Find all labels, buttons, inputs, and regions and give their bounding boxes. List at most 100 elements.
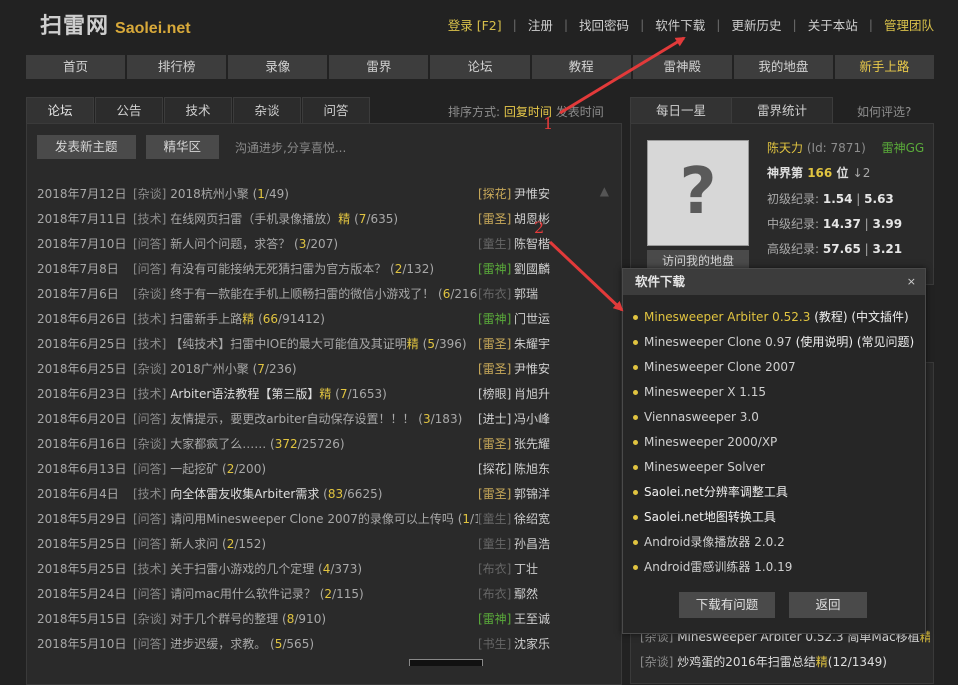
topic-row[interactable]: 2018年5月25日 [技术] 关于扫雷小游戏的几个定理 (4/373) [布衣] 丁… [37, 557, 592, 582]
topic-row[interactable]: 2018年6月25日 [杂谈] 2018广州小聚 (7/236) [雷圣] 尹惟安 [37, 357, 592, 382]
topic-author-link[interactable]: 陈旭东 [514, 457, 550, 482]
download-extras[interactable]: (使用说明) (常见问题) [796, 330, 915, 355]
topic-title-link[interactable]: 2018杭州小聚 [170, 187, 249, 201]
bottom-select[interactable] [409, 659, 483, 666]
topic-author-link[interactable]: 陈智楷 [514, 232, 550, 257]
download-link[interactable]: Android雷感训练器 1.0.19 [644, 555, 792, 580]
nav-tutorial[interactable]: 教程 [531, 55, 631, 79]
tab-announcement[interactable]: 公告 [95, 97, 163, 124]
topic-row[interactable]: 2018年5月10日 [问答] 进步迟缓，求教。 (5/565) [书生] 沈家乐 [37, 632, 592, 657]
site-logo[interactable]: 扫雷网 Saolei.net [40, 8, 191, 40]
download-problem-button[interactable]: 下载有问题 [679, 592, 775, 618]
topic-author-link[interactable]: 徐绍宽 [514, 507, 550, 532]
download-item[interactable]: Minesweeper Clone 2007 [633, 355, 914, 380]
download-link[interactable]: Minesweeper X 1.15 [644, 380, 766, 405]
avatar[interactable]: ? [647, 140, 749, 246]
download-link[interactable]: Minesweeper Arbiter 0.52.3 [644, 305, 810, 330]
topic-author-link[interactable]: 孙昌浩 [514, 532, 550, 557]
elite-button[interactable]: 精华区 [145, 135, 220, 159]
topic-row[interactable]: 2018年6月4日 [技术] 向全体雷友收集Arbiter需求 (83/6625)… [37, 482, 592, 507]
topic-title-link[interactable]: 有没有可能接纳无死猜扫雷为官方版本？ [170, 262, 386, 276]
sort-post-time[interactable]: 发表时间 [556, 105, 604, 119]
download-item[interactable]: Saolei.net分辨率调整工具 [633, 480, 914, 505]
topic-row[interactable]: 2018年7月10日 [问答] 新人问个问题，求答？ (3/207) [童生] 陈智楷 [37, 232, 592, 257]
download-item[interactable]: Minesweeper Clone 0.97 (使用说明) (常见问题) [633, 330, 914, 355]
topic-row[interactable]: 2018年7月6日 [杂谈] 终于有一款能在手机上顺畅扫雷的微信小游戏了！ (6/… [37, 282, 592, 307]
topic-title-link[interactable]: 扫雷新手上路 [170, 312, 242, 326]
topic-title-link[interactable]: 请问用Minesweeper Clone 2007的录像可以上传吗 [170, 512, 454, 526]
topic-row[interactable]: 2018年5月25日 [问答] 新人求问 (2/152) [童生] 孙昌浩 [37, 532, 592, 557]
download-item[interactable]: Minesweeper 2000/XP [633, 430, 914, 455]
topic-author-link[interactable]: 门世运 [514, 307, 550, 332]
news-item[interactable]: [杂谈] 炒鸡蛋的2016年扫雷总结精(12/1349) [640, 653, 930, 670]
nav-hall[interactable]: 雷神殿 [632, 55, 732, 79]
topic-row[interactable]: 2018年6月23日 [技术] Arbiter语法教程【第三版】精 (7/1653… [37, 382, 592, 407]
topic-title-link[interactable]: 向全体雷友收集Arbiter需求 [170, 487, 319, 501]
software-download-link[interactable]: 软件下载 [655, 15, 705, 34]
tab-qa[interactable]: 问答 [302, 97, 370, 124]
topic-title-link[interactable]: 新人问个问题，求答？ [170, 237, 290, 251]
download-link[interactable]: Minesweeper Clone 2007 [644, 355, 796, 380]
topic-author-link[interactable]: 鄢然 [514, 582, 538, 607]
how-to-select-link[interactable]: 如何评选? [857, 103, 911, 120]
topic-author-link[interactable]: 王至诚 [514, 607, 550, 632]
download-link[interactable]: Viennasweeper 3.0 [644, 405, 759, 430]
login-link[interactable]: 登录 [F2] [448, 15, 502, 34]
topic-author-link[interactable]: 朱耀宇 [514, 332, 550, 357]
nav-home[interactable]: 首页 [26, 55, 126, 79]
download-link[interactable]: Minesweeper Solver [644, 455, 765, 480]
topic-title-link[interactable]: 大家都疯了么…… [170, 437, 266, 451]
register-link[interactable]: 注册 [528, 15, 553, 34]
tab-world-stats[interactable]: 雷界统计 [731, 97, 833, 124]
tab-chat[interactable]: 杂谈 [233, 97, 301, 124]
download-item[interactable]: Viennasweeper 3.0 [633, 405, 914, 430]
topic-title-link[interactable]: Arbiter语法教程【第三版】 [170, 387, 319, 401]
topic-author-link[interactable]: 冯小峰 [514, 407, 550, 432]
topic-title-link[interactable]: 【纯技术】扫雷中IOE的最大可能值及其证明 [170, 337, 407, 351]
back-button[interactable]: 返回 [789, 592, 867, 618]
download-link[interactable]: Saolei.net分辨率调整工具 [644, 480, 788, 505]
nav-my-space[interactable]: 我的地盘 [733, 55, 833, 79]
topic-title-link[interactable]: 一起挖矿 [170, 462, 218, 476]
topic-author-link[interactable]: 沈家乐 [514, 632, 550, 657]
topic-title-link[interactable]: 请问mac用什么软件记录？ [170, 587, 316, 601]
topic-title-link[interactable]: 进步迟缓，求教。 [170, 637, 266, 651]
about-link[interactable]: 关于本站 [808, 15, 858, 34]
recover-password-link[interactable]: 找回密码 [579, 15, 629, 34]
topic-row[interactable]: 2018年6月26日 [技术] 扫雷新手上路精 (66/91412) [雷神] 门世运 [37, 307, 592, 332]
new-topic-button[interactable]: 发表新主题 [37, 135, 136, 159]
download-item[interactable]: Android录像播放器 2.0.2 [633, 530, 914, 555]
update-history-link[interactable]: 更新历史 [732, 15, 782, 34]
topic-row[interactable]: 2018年5月15日 [杂谈] 对于几个群号的整理 (8/910) [雷神] 王至诚 [37, 607, 592, 632]
topic-row[interactable]: 2018年5月29日 [问答] 请问用Minesweeper Clone 2007… [37, 507, 592, 532]
topic-title-link[interactable]: 对于几个群号的整理 [170, 612, 278, 626]
topic-title-link[interactable]: 终于有一款能在手机上顺畅扫雷的微信小游戏了！ [170, 287, 434, 301]
topic-row[interactable]: 2018年5月24日 [问答] 请问mac用什么软件记录？ (2/115) [布衣]… [37, 582, 592, 607]
topic-row[interactable]: 2018年6月16日 [杂谈] 大家都疯了么…… (372/25726) [雷圣] 张… [37, 432, 592, 457]
topic-author-link[interactable]: 郭瑞 [514, 282, 538, 307]
download-item[interactable]: Minesweeper Arbiter 0.52.3 (教程) (中文插件) [633, 305, 914, 330]
topic-title-link[interactable]: 关于扫雷小游戏的几个定理 [170, 562, 314, 576]
topic-title-link[interactable]: 在线网页扫雷（手机录像播放） [170, 212, 338, 226]
admin-team-link[interactable]: 管理团队 [884, 15, 934, 34]
nav-world[interactable]: 雷界 [329, 55, 429, 79]
topic-title-link[interactable]: 友情提示，要更改arbiter自动保存设置！！！ [170, 412, 414, 426]
topic-row[interactable]: 2018年7月12日 [杂谈] 2018杭州小聚 (1/49) [探花] 尹惟安 [37, 182, 592, 207]
topic-author-link[interactable]: 尹惟安 [514, 182, 550, 207]
nav-videos[interactable]: 录像 [228, 55, 328, 79]
tab-forum[interactable]: 论坛 [26, 97, 94, 124]
nav-ranking[interactable]: 排行榜 [127, 55, 227, 79]
download-extras[interactable]: (教程) (中文插件) [814, 305, 909, 330]
user-name-link[interactable]: 陈天力 [767, 141, 803, 155]
topic-author-link[interactable]: 胡恩彬 [514, 207, 550, 232]
download-item[interactable]: Android雷感训练器 1.0.19 [633, 555, 914, 580]
scroll-up-icon[interactable]: ▲ [600, 184, 609, 198]
tab-daily-star[interactable]: 每日一星 [630, 97, 732, 124]
download-link[interactable]: Minesweeper 2000/XP [644, 430, 777, 455]
download-item[interactable]: Minesweeper Solver [633, 455, 914, 480]
download-item[interactable]: Minesweeper X 1.15 [633, 380, 914, 405]
topic-author-link[interactable]: 丁壮 [514, 557, 538, 582]
topic-row[interactable]: 2018年6月13日 [问答] 一起挖矿 (2/200) [探花] 陈旭东 [37, 457, 592, 482]
topic-author-link[interactable]: 张先耀 [514, 432, 550, 457]
tab-tech[interactable]: 技术 [164, 97, 232, 124]
